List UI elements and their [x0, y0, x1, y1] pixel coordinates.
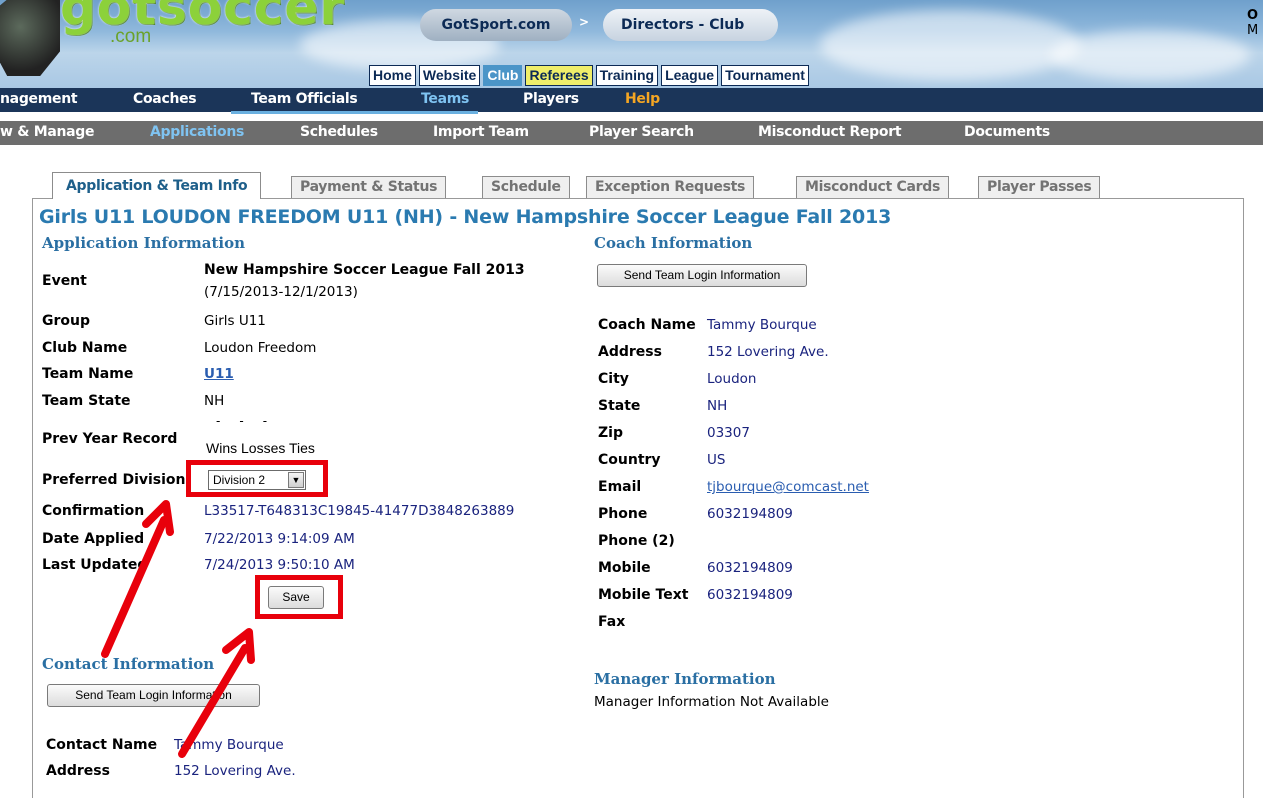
site-header: gotsoccer .com GotSport.com > Directors … — [0, 0, 1263, 88]
tab-payment-status[interactable]: Payment & Status — [291, 176, 447, 198]
main-nav-tournament[interactable]: Tournament — [721, 65, 809, 86]
main-nav-home[interactable]: Home — [369, 65, 416, 86]
coach-address-label: Address — [598, 344, 662, 360]
group-value: Girls U11 — [204, 313, 266, 329]
main-nav-website[interactable]: Website — [418, 65, 481, 86]
coach-name-label: Coach Name — [598, 317, 696, 333]
breadcrumb-directors-club[interactable]: Directors - Club — [603, 9, 778, 41]
nav-teams[interactable]: Teams — [421, 88, 469, 110]
coach-country-label: Country — [598, 452, 661, 468]
team-name-link[interactable]: U11 — [204, 366, 234, 382]
nav-management[interactable]: nagement — [0, 88, 78, 110]
contact-send-login-button[interactable]: Send Team Login Information — [47, 684, 260, 707]
date-applied-value: 7/22/2013 9:14:09 AM — [204, 531, 355, 547]
coach-zip-value: 03307 — [707, 425, 750, 441]
coach-send-login-button[interactable]: Send Team Login Information — [597, 264, 807, 287]
coach-name-value: Tammy Bourque — [707, 317, 817, 333]
save-highlight-box — [255, 575, 343, 619]
coach-phone-label: Phone — [598, 506, 648, 522]
nav-import-team[interactable]: Import Team — [433, 121, 529, 143]
nav-players[interactable]: Players — [523, 88, 579, 110]
coach-zip-label: Zip — [598, 425, 623, 441]
club-name-label: Club Name — [42, 340, 128, 356]
prev-year-record-values: - - - — [216, 414, 268, 428]
nav-team-officials[interactable]: Team Officials — [251, 88, 358, 110]
contact-address-value: 152 Lovering Ave. — [174, 763, 296, 779]
coach-phone-value: 6032194809 — [707, 506, 793, 522]
contact-info-heading: Contact Information — [42, 655, 215, 673]
tab-misconduct-cards[interactable]: Misconduct Cards — [796, 176, 949, 198]
coach-fax-label: Fax — [598, 614, 626, 630]
club-name-value: Loudon Freedom — [204, 340, 317, 356]
primary-section-nav: nagement Coaches Team Officials Teams Pl… — [0, 88, 1263, 112]
manager-info-message: Manager Information Not Available — [594, 694, 829, 710]
nav-misconduct-report[interactable]: Misconduct Report — [758, 121, 902, 143]
prev-year-record-headers: Wins Losses Ties — [206, 440, 315, 456]
breadcrumb-separator: > — [579, 15, 590, 29]
nav-documents[interactable]: Documents — [964, 121, 1050, 143]
nav-player-search[interactable]: Player Search — [589, 121, 694, 143]
page-title: Girls U11 LOUDON FREEDOM U11 (NH) - New … — [39, 206, 892, 228]
site-logo[interactable]: gotsoccer — [60, 0, 345, 36]
confirmation-value: L33517-T648313C19845-41477D3848263889 — [204, 503, 515, 519]
secondary-section-nav: w & Manage Applications Schedules Import… — [0, 121, 1263, 145]
team-name-label: Team Name — [42, 366, 134, 382]
nav-help[interactable]: Help — [625, 88, 660, 110]
nav-schedules[interactable]: Schedules — [300, 121, 378, 143]
contact-name-label: Contact Name — [46, 737, 158, 753]
nav-view-manage[interactable]: w & Manage — [0, 121, 95, 143]
coach-city-label: City — [598, 371, 629, 387]
event-label: Event — [42, 273, 87, 289]
nav-applications[interactable]: Applications — [150, 121, 244, 143]
team-state-label: Team State — [42, 393, 131, 409]
main-nav-training[interactable]: Training — [595, 65, 659, 86]
coach-email-link[interactable]: tjbourque@comcast.net — [707, 479, 869, 495]
last-updated-value: 7/24/2013 9:50:10 AM — [204, 557, 355, 573]
confirmation-label: Confirmation — [42, 503, 145, 519]
active-section-underline — [231, 111, 478, 114]
site-logo-domain: .com — [110, 26, 152, 47]
manager-info-heading: Manager Information — [594, 670, 776, 688]
coach-country-value: US — [707, 452, 726, 468]
coach-email-label: Email — [598, 479, 642, 495]
event-dates: (7/15/2013-12/1/2013) — [204, 284, 358, 300]
coach-mobile-value: 6032194809 — [707, 560, 793, 576]
application-info-heading: Application Information — [42, 234, 246, 252]
header-cloud — [820, 10, 1080, 80]
coach-phone2-label: Phone (2) — [598, 533, 675, 549]
main-nav-league[interactable]: League — [661, 65, 719, 86]
coach-info-heading: Coach Information — [594, 234, 753, 252]
contact-name-value: Tammy Bourque — [174, 737, 284, 753]
group-label: Group — [42, 313, 91, 329]
main-nav: Home Website Club Referees Training Leag… — [369, 65, 809, 86]
coach-mobile-text-value: 6032194809 — [707, 587, 793, 603]
division-highlight-box — [186, 460, 328, 497]
header-cloud — [1050, 30, 1250, 80]
coach-mobile-label: Mobile — [598, 560, 651, 576]
preferred-division-label: Preferred Division — [42, 472, 186, 488]
coach-address-value: 152 Lovering Ave. — [707, 344, 829, 360]
main-nav-referees[interactable]: Referees — [525, 65, 593, 86]
soccer-ball-logo-icon[interactable] — [0, 0, 60, 76]
user-line2: M — [1247, 23, 1259, 38]
team-state-value: NH — [204, 393, 225, 409]
contact-address-label: Address — [46, 763, 110, 779]
main-nav-club[interactable]: Club — [483, 65, 523, 86]
prev-year-record-label: Prev Year Record — [42, 431, 178, 447]
tab-player-passes[interactable]: Player Passes — [978, 176, 1101, 198]
user-initial: O — [1247, 8, 1259, 23]
breadcrumb-gotsport[interactable]: GotSport.com — [420, 9, 572, 41]
coach-state-label: State — [598, 398, 641, 414]
tab-application-team-info[interactable]: Application & Team Info — [52, 172, 262, 199]
event-name: New Hampshire Soccer League Fall 2013 — [204, 262, 525, 278]
tab-exception-requests[interactable]: Exception Requests — [586, 176, 755, 198]
tab-schedule[interactable]: Schedule — [482, 176, 570, 198]
last-updated-label: Last Updated — [42, 557, 148, 573]
coach-state-value: NH — [707, 398, 728, 414]
coach-mobile-text-label: Mobile Text — [598, 587, 689, 603]
date-applied-label: Date Applied — [42, 531, 145, 547]
user-info: O M — [1247, 8, 1258, 38]
coach-city-value: Loudon — [707, 371, 757, 387]
nav-coaches[interactable]: Coaches — [133, 88, 197, 110]
